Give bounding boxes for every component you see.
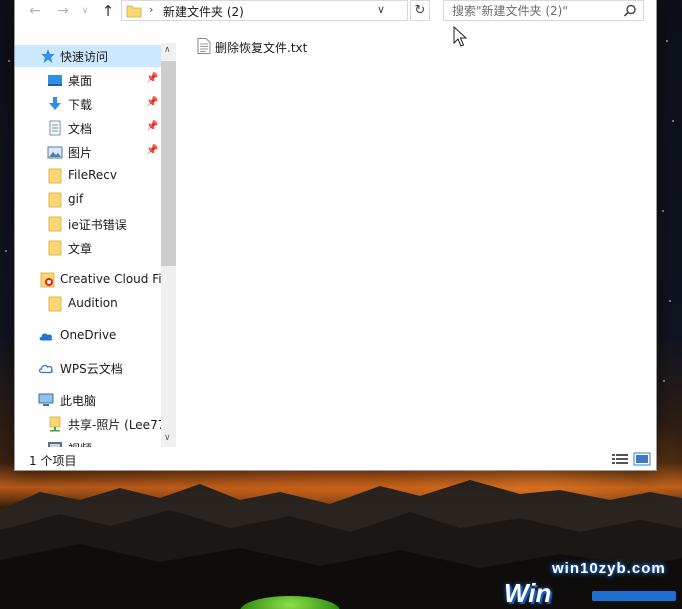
- download-icon: [49, 97, 61, 110]
- sidebar-item-pictures[interactable]: 图片 📌: [15, 141, 161, 163]
- arrow-right-icon: →: [57, 3, 69, 19]
- videos-icon: [48, 442, 62, 447]
- large-icons-view-icon[interactable]: [633, 451, 651, 467]
- desktop-icon: [48, 75, 62, 86]
- sidebar-item-label: 快速访问: [60, 50, 109, 64]
- explorer-window: ← → ∨ ↑ › 新建文件夹 (2) ∨ ↻ 搜索"新建文件夹 (2)" 快速…: [15, 0, 656, 470]
- forward-button[interactable]: →: [53, 2, 73, 20]
- sidebar-scrollbar[interactable]: ∧ ∨: [161, 43, 176, 447]
- scrollbar-thumb[interactable]: [161, 61, 176, 266]
- address-bar[interactable]: › 新建文件夹 (2) ∨: [121, 0, 408, 21]
- sidebar-item-quick-access[interactable]: 快速访问: [15, 45, 161, 67]
- sidebar-item-label: 视频: [68, 440, 92, 447]
- sidebar-item-filerecv[interactable]: FileRecv: [15, 165, 161, 187]
- pin-icon[interactable]: 📌: [146, 97, 158, 108]
- sidebar-item-downloads[interactable]: 下载 📌: [15, 93, 161, 115]
- navigation-pane: 快速访问 桌面 📌 下载 📌 文档 📌 图片 📌 FileRecv gif ie…: [15, 43, 175, 447]
- pin-icon[interactable]: 📌: [146, 145, 158, 156]
- scroll-up-icon[interactable]: ∧: [164, 45, 171, 55]
- sidebar-item-shared-photos[interactable]: 共享-照片 (Lee77: [15, 413, 165, 435]
- recent-locations-button[interactable]: ∨: [75, 2, 95, 20]
- sidebar-item-label: 图片: [68, 146, 93, 160]
- pin-icon[interactable]: 📌: [146, 73, 158, 84]
- sidebar-item-audition[interactable]: Audition: [15, 293, 161, 315]
- sidebar-item-videos[interactable]: 视频: [15, 437, 161, 447]
- sidebar-item-this-pc[interactable]: 此电脑: [15, 389, 161, 411]
- star: [5, 250, 7, 252]
- sidebar-item-wps-cloud[interactable]: WPS云文档: [15, 357, 161, 379]
- sidebar-item-label: 文章: [68, 242, 93, 256]
- sidebar-item-creative-cloud-files[interactable]: Creative Cloud Fil: [15, 269, 165, 291]
- sidebar-item-label: OneDrive: [60, 328, 117, 342]
- sidebar-item-label: 共享-照片 (Lee77: [68, 418, 166, 432]
- folder-icon: [48, 168, 62, 184]
- sidebar-item-label: 此电脑: [60, 394, 97, 408]
- folder-icon: [48, 240, 62, 256]
- address-dropdown-icon[interactable]: ∨: [377, 3, 385, 16]
- file-name: 删除恢复文件.txt: [215, 41, 308, 55]
- watermark: win10zyb.com Win: [500, 558, 682, 609]
- back-button[interactable]: ←: [25, 2, 45, 20]
- sidebar-item-label: 桌面: [68, 74, 93, 88]
- pin-icon[interactable]: 📌: [146, 121, 158, 132]
- mouse-cursor-icon: [453, 26, 468, 47]
- watermark-url: win10zyb.com: [552, 560, 666, 577]
- sidebar-item-label: 文档: [68, 122, 93, 136]
- star: [669, 300, 671, 302]
- sidebar-item-label: ie证书错误: [68, 218, 127, 232]
- sidebar-item-articles[interactable]: 文章: [15, 237, 161, 259]
- network-folder-icon: [49, 416, 61, 432]
- sidebar-item-label: Creative Cloud Fil: [60, 272, 165, 286]
- text-file-icon: [197, 38, 211, 54]
- star: [8, 60, 10, 62]
- creative-cloud-icon: [40, 272, 55, 288]
- watermark-logo: Win: [504, 578, 552, 608]
- document-icon: [49, 120, 61, 136]
- arrow-left-icon: ←: [29, 3, 41, 19]
- sidebar-item-label: WPS云文档: [60, 362, 123, 376]
- sidebar-item-ie-cert-error[interactable]: ie证书错误: [15, 213, 161, 235]
- sidebar-item-documents[interactable]: 文档 📌: [15, 117, 161, 139]
- navigation-bar: ← → ∨ ↑ › 新建文件夹 (2) ∨ ↻: [15, 0, 656, 22]
- status-bar: 1 个项目: [15, 448, 656, 470]
- arrow-up-icon: ↑: [101, 2, 115, 20]
- sidebar-item-desktop[interactable]: 桌面 📌: [15, 69, 161, 91]
- search-box[interactable]: [443, 0, 644, 21]
- refresh-button[interactable]: ↻: [410, 0, 430, 21]
- refresh-icon: ↻: [414, 3, 426, 18]
- sidebar-item-label: gif: [68, 192, 84, 206]
- folder-icon: [48, 192, 62, 208]
- star: [663, 380, 665, 382]
- up-button[interactable]: ↑: [98, 2, 118, 20]
- search-icon[interactable]: [623, 4, 637, 18]
- breadcrumb-separator-icon: ›: [149, 3, 154, 16]
- onedrive-cloud-icon: [39, 333, 53, 341]
- star: [662, 210, 664, 212]
- folder-icon: [48, 296, 62, 312]
- sidebar-item-gif[interactable]: gif: [15, 189, 161, 211]
- address-path[interactable]: 新建文件夹 (2): [163, 3, 244, 20]
- star: [666, 40, 668, 42]
- search-input[interactable]: [444, 1, 622, 20]
- pictures-icon: [47, 146, 63, 159]
- sidebar-item-label: Audition: [68, 296, 118, 310]
- star: [672, 120, 674, 122]
- sidebar-item-label: 下载: [68, 98, 93, 112]
- wps-cloud-icon: [38, 364, 53, 374]
- sidebar-item-label: FileRecv: [68, 168, 117, 182]
- watermark-bar: [592, 591, 676, 601]
- star-icon: [41, 49, 55, 63]
- computer-icon: [38, 393, 54, 406]
- sidebar-item-onedrive[interactable]: OneDrive: [15, 325, 161, 347]
- scroll-down-icon[interactable]: ∨: [164, 433, 171, 443]
- item-count: 1 个项目: [29, 454, 77, 468]
- details-view-icon[interactable]: [611, 451, 629, 467]
- folder-icon: [48, 216, 62, 232]
- folder-icon: [126, 5, 142, 18]
- chevron-down-icon: ∨: [81, 6, 89, 16]
